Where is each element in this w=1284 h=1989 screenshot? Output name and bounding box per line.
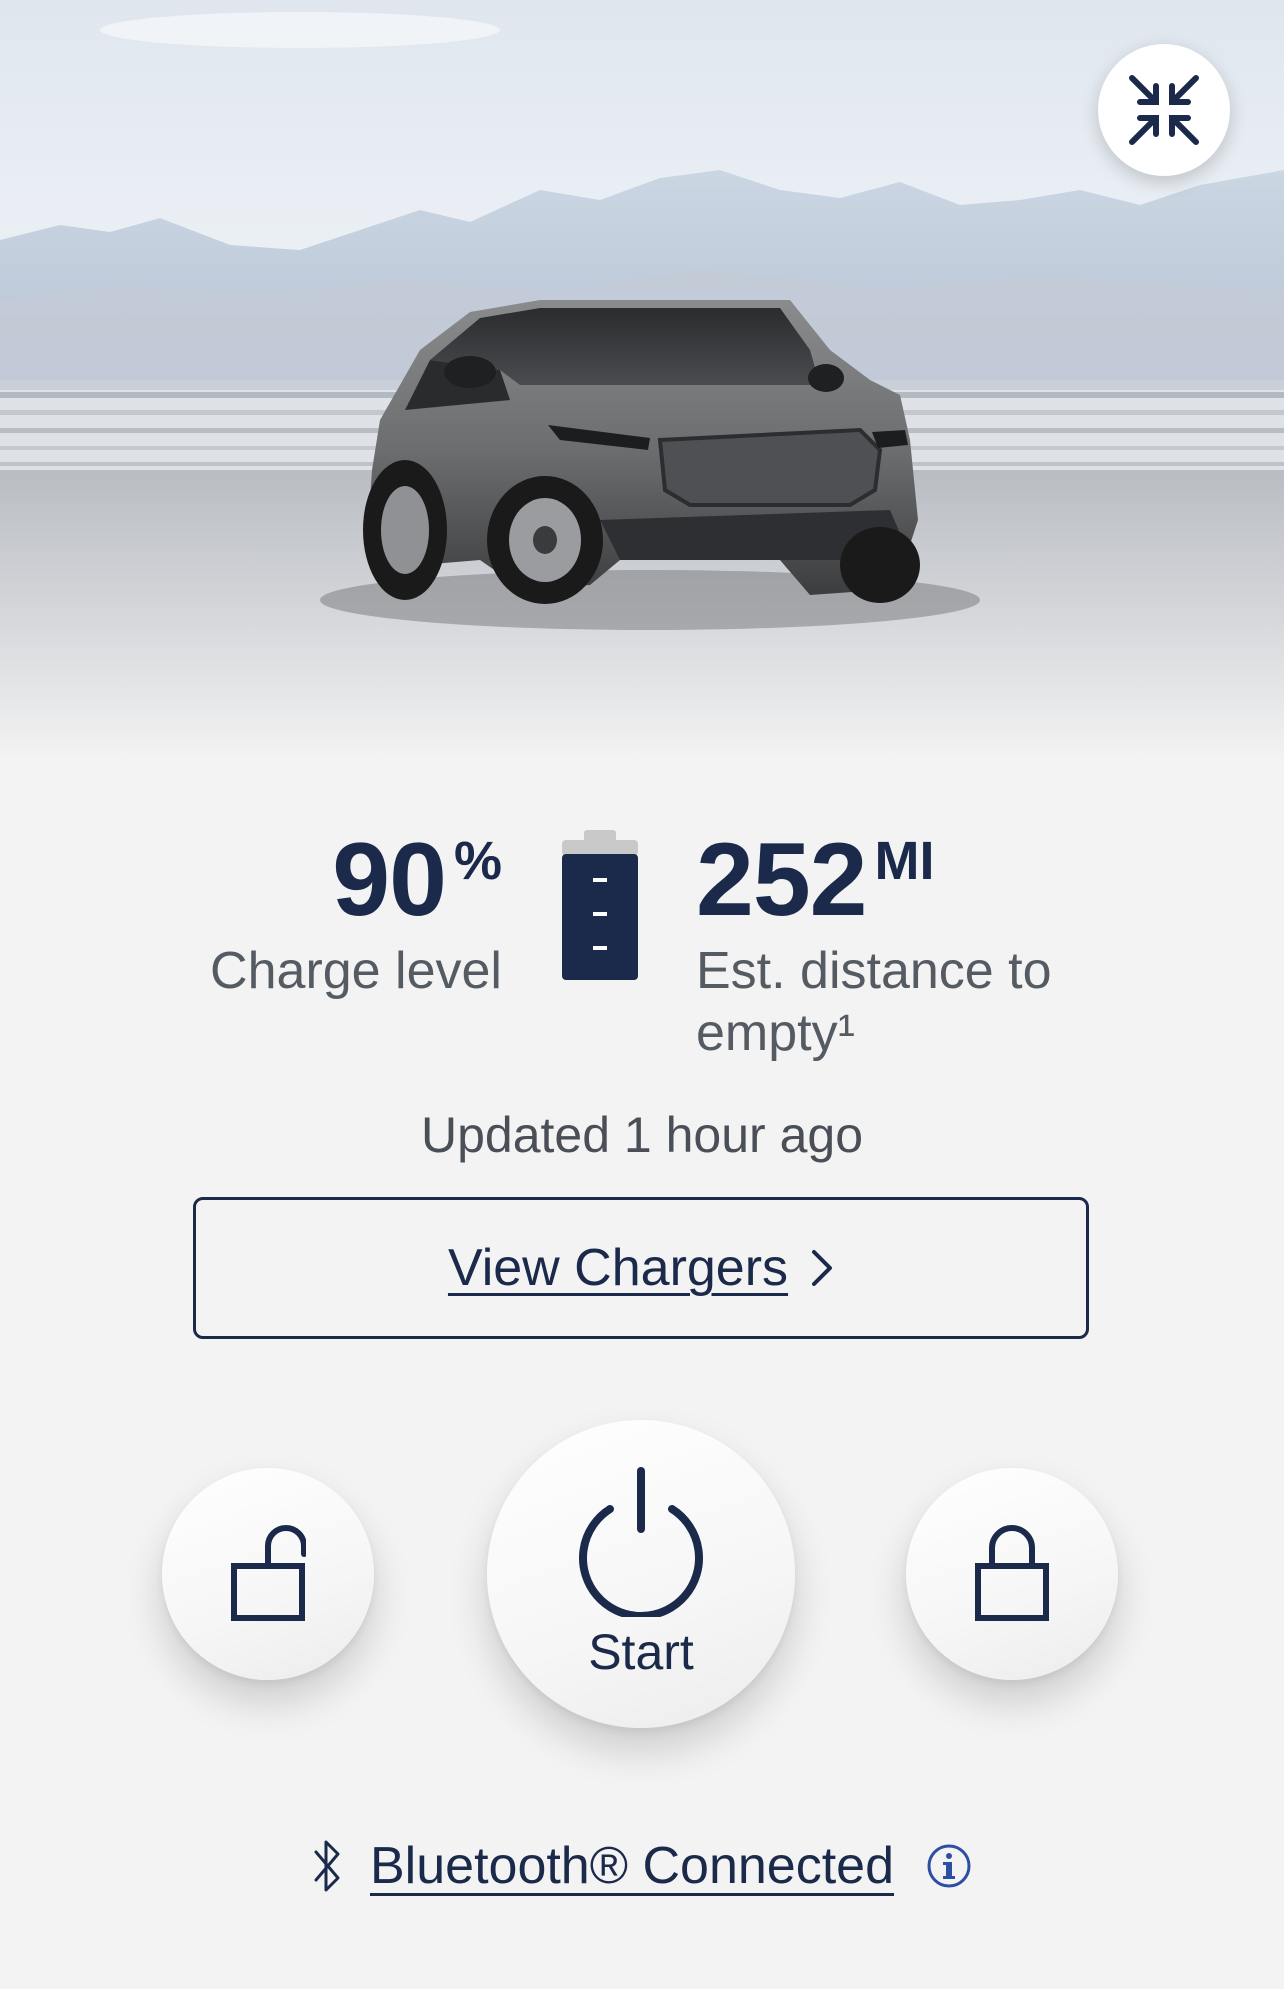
- start-label: Start: [588, 1624, 694, 1680]
- collapse-arrows-icon: [1129, 75, 1199, 145]
- range-value: 252: [696, 822, 868, 938]
- lock-icon: [975, 1525, 1049, 1621]
- remote-start-button[interactable]: Start: [487, 1420, 795, 1728]
- power-icon: [579, 1467, 703, 1617]
- chevron-right-icon: [812, 1250, 833, 1286]
- bluetooth-status: Bluetooth® Connected: [312, 1826, 1012, 1906]
- vehicle-hero-image: [0, 0, 1284, 760]
- range-unit: MI: [874, 831, 935, 891]
- unlock-button[interactable]: [162, 1468, 374, 1680]
- charge-level-label: Charge level: [210, 942, 502, 1000]
- charge-level-unit: %: [453, 831, 502, 891]
- range-label: Est. distance to empty¹: [696, 942, 1052, 1062]
- lock-button[interactable]: [906, 1468, 1118, 1680]
- bluetooth-icon: [314, 1840, 340, 1892]
- view-chargers-button[interactable]: View Chargers: [193, 1197, 1089, 1339]
- vehicle-hero: [0, 0, 1284, 760]
- charge-level-value: 90: [332, 822, 447, 938]
- battery-level-icon: [562, 830, 638, 980]
- collapse-button[interactable]: [1098, 44, 1230, 176]
- range-stat: 252 MI Est. distance to empty¹: [696, 820, 1126, 1064]
- view-chargers-label: View Chargers: [447, 1239, 789, 1297]
- last-updated-text: Updated 1 hour ago: [420, 1107, 864, 1163]
- info-icon[interactable]: [926, 1843, 972, 1889]
- charge-level-stat: 90% Charge level: [150, 820, 502, 1002]
- bluetooth-connected-link[interactable]: Bluetooth® Connected: [370, 1836, 894, 1896]
- unlock-icon: [231, 1525, 306, 1621]
